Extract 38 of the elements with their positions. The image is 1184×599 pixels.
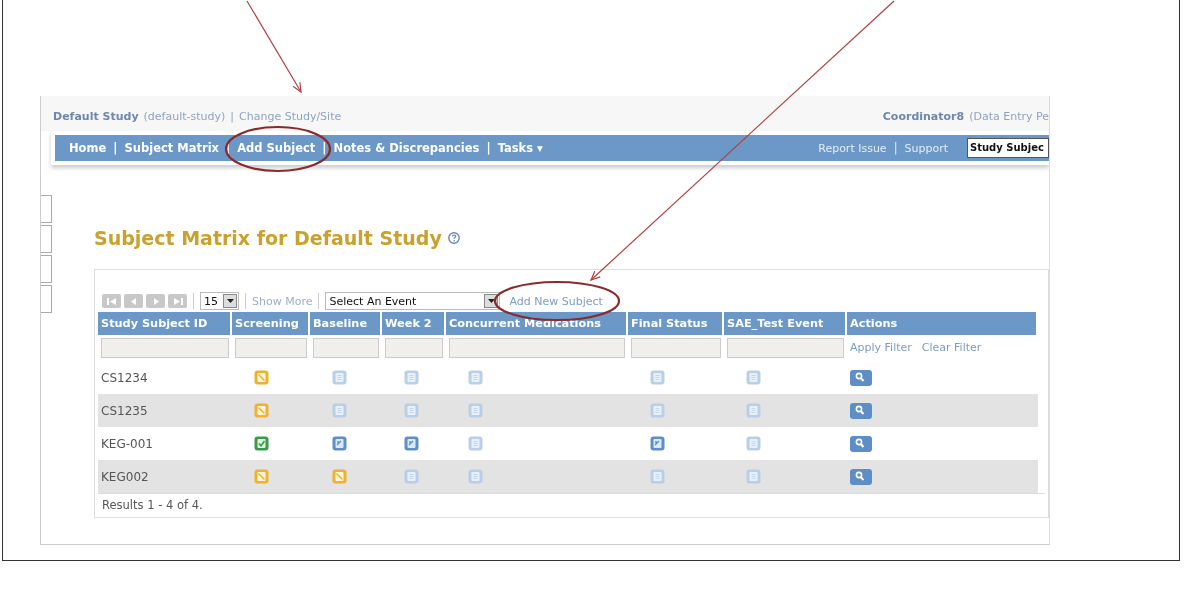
results-count: Results 1 - 4 of 4.: [98, 493, 1045, 514]
column-header[interactable]: Final Status: [628, 312, 724, 335]
column-header[interactable]: Concurrent Medications: [446, 312, 628, 335]
subject-id: CS1234: [101, 370, 148, 385]
show-more-link[interactable]: Show More: [252, 294, 313, 308]
subject-id: KEG-001: [101, 436, 153, 451]
column-header[interactable]: SAE_Test Event: [724, 312, 847, 335]
column-header[interactable]: Screening: [232, 312, 310, 335]
change-study-link[interactable]: Change Study/Site: [239, 110, 342, 123]
column-header[interactable]: Actions: [847, 312, 1038, 335]
nav-separator: |: [113, 141, 118, 155]
page-title: Subject Matrix for Default Study: [94, 227, 442, 249]
nav-link[interactable]: Report Issue: [818, 141, 887, 155]
nav-link[interactable]: Add Subject: [237, 141, 316, 155]
nav-link[interactable]: Support: [904, 141, 948, 155]
study-id: (default-study): [143, 110, 226, 123]
page-size-select[interactable]: 15: [200, 292, 239, 310]
column-header[interactable]: Baseline: [310, 312, 382, 335]
search-field[interactable]: Study Subjec: [967, 138, 1049, 158]
nav-link[interactable]: Tasks ▾: [497, 141, 543, 155]
nav-separator: |: [893, 141, 898, 155]
separator-text: |: [230, 110, 235, 123]
column-header[interactable]: Week 2: [382, 312, 446, 335]
add-new-subject-link[interactable]: Add New Subject: [509, 294, 603, 308]
event-select[interactable]: Select An Event: [325, 292, 501, 310]
column-header[interactable]: Study Subject ID: [98, 312, 232, 335]
nav-link[interactable]: Subject Matrix: [124, 141, 219, 155]
nav-link[interactable]: Home: [69, 141, 107, 155]
apply-filter-link[interactable]: Apply Filter: [850, 341, 912, 354]
subject-id: CS1235: [101, 403, 148, 418]
user-name: Coordinator8: [882, 110, 965, 123]
study-name: Default Study: [53, 110, 139, 123]
user-role: (Data Entry Pe: [969, 110, 1049, 123]
nav-separator: |: [486, 141, 491, 155]
nav-link[interactable]: Notes & Discrepancies: [333, 141, 480, 155]
nav-separator: |: [322, 141, 327, 155]
clear-filter-link[interactable]: Clear Filter: [921, 341, 982, 354]
subject-id: KEG002: [101, 469, 149, 484]
